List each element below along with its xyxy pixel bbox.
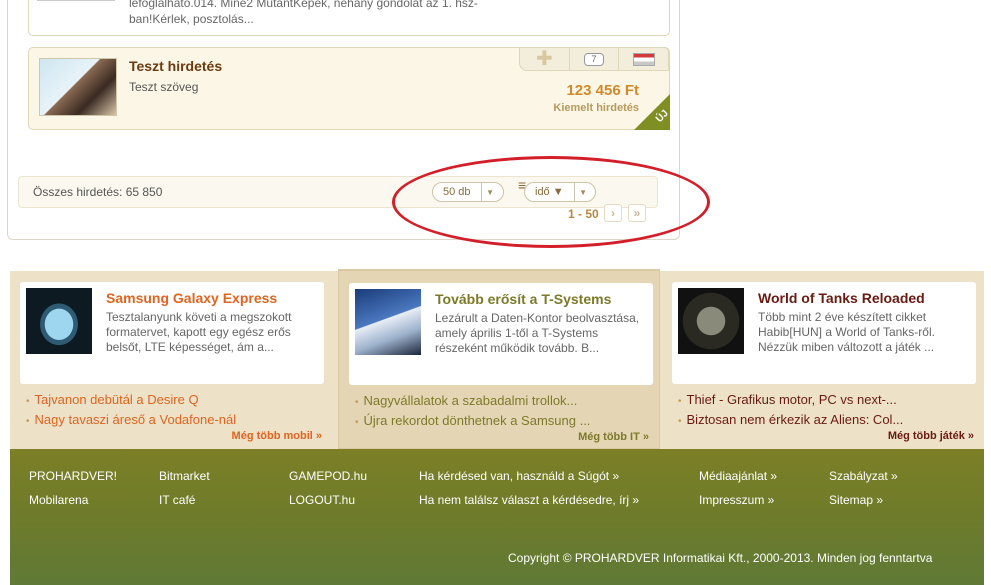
news-card[interactable]: Samsung Galaxy Express Tesztalanyunk köv…: [20, 282, 324, 384]
news-links: Thief - Grafikus motor, PC vs next-... B…: [678, 391, 904, 431]
news-thumbnail[interactable]: [678, 288, 744, 354]
footer-link[interactable]: Impresszum: [699, 493, 774, 507]
footer-link[interactable]: Sitemap: [829, 493, 883, 507]
news-thumbnail[interactable]: [355, 289, 421, 355]
ad-tools: ✚ 7: [519, 47, 669, 71]
news-link[interactable]: Nagyvállalatok a szabadalmi trollok...: [355, 392, 590, 412]
news-excerpt: Több mint 2 éve készített cikket Habib[H…: [758, 310, 935, 354]
snippet-line: lefoglalható.014. Mine2 MutantKépek, néh…: [129, 0, 478, 10]
chevron-down-icon: ▼: [480, 183, 499, 201]
previous-ad-card[interactable]: lefoglalható.014. Mine2 MutantKépek, néh…: [28, 0, 670, 36]
news-excerpt: Tesztalanyunk követi a megszokott format…: [106, 310, 292, 354]
news-title[interactable]: World of Tanks Reloaded: [758, 290, 925, 306]
listing-container: lefoglalható.014. Mine2 MutantKépek, néh…: [7, 0, 680, 240]
last-page-button[interactable]: »: [628, 204, 646, 222]
footer-link[interactable]: Bitmarket: [159, 469, 210, 483]
page-range: 1 - 50: [568, 207, 599, 221]
more-news-link[interactable]: Még több IT »: [578, 431, 649, 443]
news-title[interactable]: Samsung Galaxy Express: [106, 290, 277, 306]
news-column-games: World of Tanks Reloaded Több mint 2 éve …: [662, 271, 984, 449]
footer-link[interactable]: GAMEPOD.hu: [289, 469, 367, 483]
featured-label: Kiemelt hirdetés: [553, 102, 639, 114]
news-link[interactable]: Újra rekordot dönthetnek a Samsung ...: [355, 412, 591, 432]
news-card[interactable]: Tovább erősít a T-Systems Lezárult a Dat…: [349, 283, 653, 385]
news-column-it: Tovább erősít a T-Systems Lezárult a Dat…: [338, 269, 660, 449]
language-button[interactable]: [618, 48, 668, 70]
footer-link[interactable]: IT café: [159, 493, 195, 507]
ad-price: 123 456 Ft: [566, 82, 639, 99]
news-links: Tajvanon debütál a Desire Q Nagy tavaszi…: [26, 391, 237, 431]
news-band: Samsung Galaxy Express Tesztalanyunk köv…: [10, 269, 984, 449]
news-excerpt: Lezárult a Daten-Kontor beolvasztása, am…: [435, 311, 640, 355]
new-badge-label: ÚJ: [654, 108, 670, 125]
more-news-link[interactable]: Még több játék »: [888, 430, 974, 442]
footer-link[interactable]: Szabályzat: [829, 469, 898, 483]
comment-bubble-icon: 7: [584, 52, 604, 66]
news-thumbnail[interactable]: [26, 288, 92, 354]
chevron-right-icon: ›: [611, 206, 615, 220]
more-news-link[interactable]: Még több mobil »: [232, 430, 322, 442]
plus-icon: ✚: [535, 48, 553, 70]
ad-title[interactable]: Teszt hirdetés: [129, 58, 222, 74]
copyright-text: Copyright © PROHARDVER Informatikai Kft.…: [508, 551, 933, 565]
news-links: Nagyvállalatok a szabadalmi trollok... Ú…: [355, 392, 591, 432]
snippet-line: ban!Kérlek, posztolás...: [129, 12, 254, 26]
news-link[interactable]: Biztosan nem érkezik az Aliens: Col...: [678, 411, 904, 431]
footer-contact-link[interactable]: Ha nem találsz választ a kérdésedre, írj: [419, 493, 639, 507]
ad-description: Teszt szöveg: [129, 80, 199, 94]
footer-link[interactable]: PROHARDVER!: [29, 469, 117, 483]
sort-select[interactable]: idő ▼ ▼: [524, 182, 596, 202]
per-page-value: 50 db: [443, 186, 471, 198]
previous-ad-snippet: lefoglalható.014. Mine2 MutantKépek, néh…: [129, 0, 499, 27]
flag-icon: [632, 52, 655, 66]
per-page-select[interactable]: 50 db ▼: [432, 182, 504, 202]
ad-thumbnail[interactable]: [39, 58, 117, 116]
news-card[interactable]: World of Tanks Reloaded Több mint 2 éve …: [672, 282, 976, 384]
previous-ad-thumbnail[interactable]: [37, 0, 115, 1]
news-link[interactable]: Tajvanon debütál a Desire Q: [26, 391, 236, 411]
comments-button[interactable]: 7: [568, 48, 619, 70]
footer-link[interactable]: LOGOUT.hu: [289, 493, 355, 507]
news-title[interactable]: Tovább erősít a T-Systems: [435, 291, 611, 307]
footer-link[interactable]: Mobilarena: [29, 493, 88, 507]
total-ads-count: Összes hirdetés: 65 850: [33, 185, 163, 199]
chevron-down-icon: ▼: [573, 183, 592, 201]
news-column-mobile: Samsung Galaxy Express Tesztalanyunk köv…: [10, 271, 332, 449]
add-favorite-button[interactable]: ✚: [520, 48, 569, 70]
next-page-button[interactable]: ›: [604, 204, 622, 222]
ad-card[interactable]: Teszt hirdetés Teszt szöveg 123 456 Ft K…: [28, 47, 670, 130]
footer-link[interactable]: Médiaajánlat: [699, 469, 777, 483]
new-badge: ÚJ: [634, 94, 670, 130]
footer-help-link[interactable]: Ha kérdésed van, használd a Súgót: [419, 469, 619, 483]
site-footer: PROHARDVER! Mobilarena Bitmarket IT café…: [10, 449, 984, 585]
sort-value: idő ▼: [535, 186, 564, 198]
double-chevron-right-icon: »: [633, 206, 641, 220]
news-link[interactable]: Nagy tavaszi áreső a Vodafone-nál: [26, 411, 237, 431]
news-link[interactable]: Thief - Grafikus motor, PC vs next-...: [678, 391, 903, 411]
